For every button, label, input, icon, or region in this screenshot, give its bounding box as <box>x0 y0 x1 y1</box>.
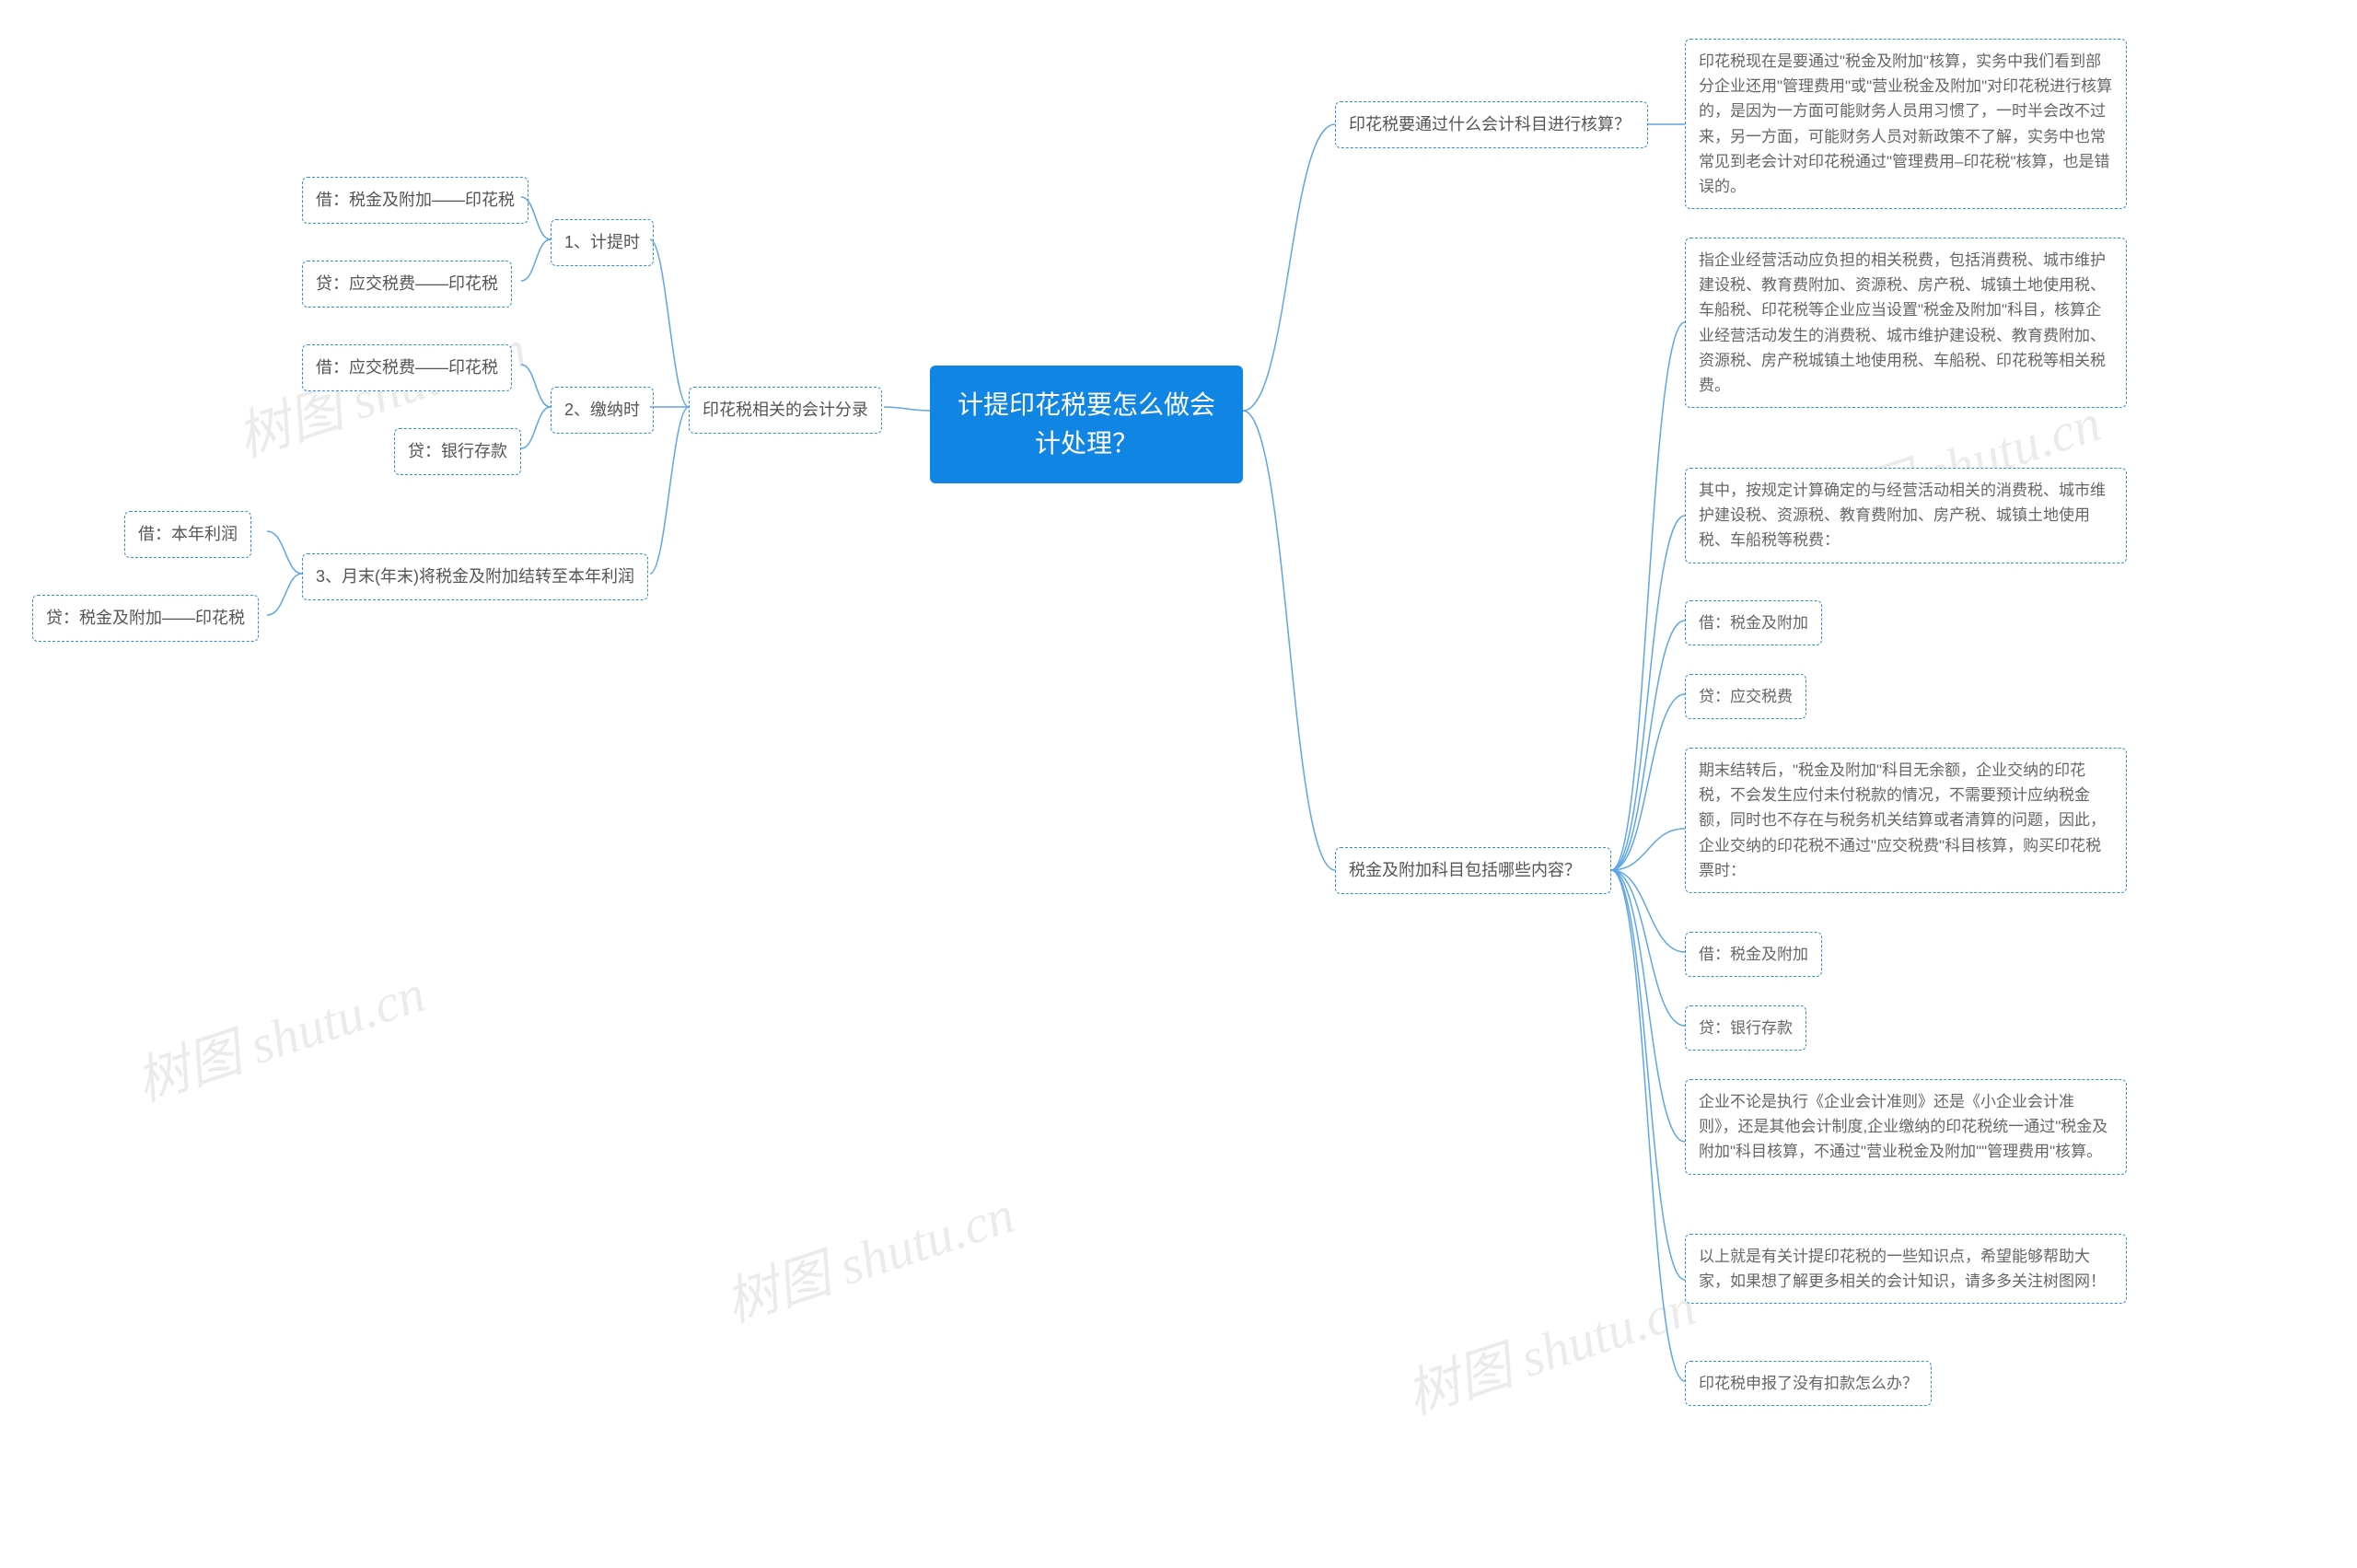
left-t3-b: 贷：税金及附加——印花税 <box>32 595 259 642</box>
left-t1-a: 借：税金及附加——印花税 <box>302 177 528 224</box>
left-t3-a: 借：本年利润 <box>124 511 251 558</box>
right-q2-item-8: 以上就是有关计提印花税的一些知识点，希望能够帮助大家，如果想了解更多相关的会计知… <box>1685 1234 2127 1304</box>
right-q2-item-0: 指企业经营活动应负担的相关税费，包括消费税、城市维护建设税、教育费附加、资源税、… <box>1685 238 2127 408</box>
watermark: 树图 shutu.cn <box>124 950 433 1116</box>
left-t1-b: 贷：应交税费——印花税 <box>302 261 512 308</box>
right-q1-label: 印花税要通过什么会计科目进行核算？ <box>1335 101 1648 148</box>
right-q2-item-2: 借：税金及附加 <box>1685 600 1822 645</box>
right-q2-item-6: 贷：银行存款 <box>1685 1005 1806 1051</box>
right-q2-item-3: 贷：应交税费 <box>1685 674 1806 719</box>
right-q2-item-1: 其中，按规定计算确定的与经营活动相关的消费税、城市维护建设税、资源税、教育费附加… <box>1685 468 2127 563</box>
right-q2-item-9: 印花税申报了没有扣款怎么办？ <box>1685 1361 1932 1406</box>
center-topic: 计提印花税要怎么做会计处理？ <box>930 366 1243 483</box>
left-group: 印花税相关的会计分录 <box>689 387 882 434</box>
left-t3-label: 3、月末(年末)将税金及附加结转至本年利润 <box>302 553 648 600</box>
left-t2-b: 贷：银行存款 <box>394 428 521 475</box>
right-q1-ans: 印花税现在是要通过"税金及附加"核算，实务中我们看到部分企业还用"管理费用"或"… <box>1685 39 2127 209</box>
left-t1-label: 1、计提时 <box>551 219 654 266</box>
right-q2-item-5: 借：税金及附加 <box>1685 932 1822 977</box>
watermark: 树图 shutu.cn <box>1395 1263 1703 1429</box>
left-t2-label: 2、缴纳时 <box>551 387 654 434</box>
watermark: 树图 shutu.cn <box>714 1171 1022 1337</box>
right-q2-item-7: 企业不论是执行《企业会计准则》还是《小企业会计准则》，还是其他会计制度,企业缴纳… <box>1685 1079 2127 1175</box>
right-q2-item-4: 期末结转后，"税金及附加"科目无余额，企业交纳的印花税，不会发生应付未付税款的情… <box>1685 748 2127 893</box>
left-t2-a: 借：应交税费——印花税 <box>302 344 512 391</box>
right-q2-label: 税金及附加科目包括哪些内容？ <box>1335 847 1611 894</box>
